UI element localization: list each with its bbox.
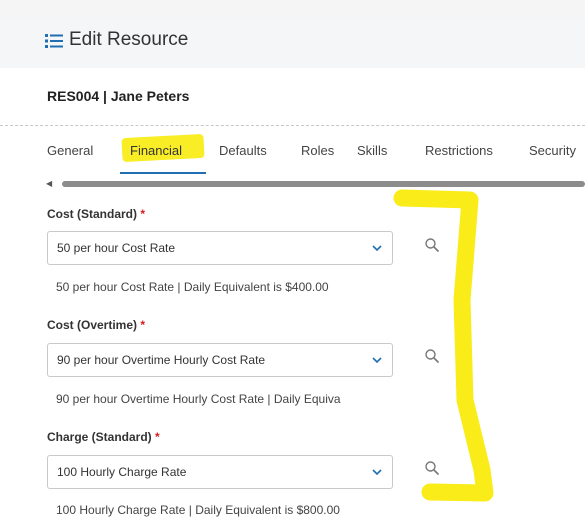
tab-security[interactable]: Security	[529, 143, 576, 158]
charge-standard-select[interactable]: 100 Hourly Charge Rate	[47, 455, 393, 489]
cost-overtime-value: 90 per hour Overtime Hourly Cost Rate	[57, 353, 266, 367]
page-header: Edit Resource	[0, 18, 585, 68]
cost-overtime-label: Cost (Overtime) *	[47, 318, 146, 332]
required-marker: *	[140, 318, 146, 332]
tab-general[interactable]: General	[47, 143, 93, 158]
horizontal-scrollbar[interactable]: ◀	[46, 180, 585, 188]
chevron-down-icon	[372, 245, 382, 252]
required-marker: *	[155, 430, 160, 444]
tab-restrictions[interactable]: Restrictions	[425, 143, 493, 158]
charge-standard-value: 100 Hourly Charge Rate	[57, 465, 187, 479]
cost-standard-value: 50 per hour Cost Rate	[57, 241, 176, 255]
tab-financial[interactable]: Financial	[130, 143, 182, 158]
tab-roles[interactable]: Roles	[301, 143, 334, 158]
search-icon[interactable]	[424, 237, 440, 253]
charge-standard-label: Charge (Standard) *	[47, 430, 160, 444]
required-marker: *	[140, 207, 146, 221]
charge-standard-helper: 100 Hourly Charge Rate | Daily Equivalen…	[56, 503, 340, 517]
search-icon[interactable]	[424, 460, 440, 476]
cost-standard-select[interactable]: 50 per hour Cost Rate	[47, 231, 393, 265]
scroll-left-icon[interactable]: ◀	[46, 180, 56, 188]
cost-overtime-helper: 90 per hour Overtime Hourly Cost Rate | …	[56, 392, 341, 406]
cost-standard-helper: 50 per hour Cost Rate | Daily Equivalent…	[56, 280, 329, 294]
search-icon[interactable]	[424, 348, 440, 364]
tab-bar: General Financial Defaults Roles Skills …	[0, 130, 585, 174]
cost-overtime-select[interactable]: 90 per hour Overtime Hourly Cost Rate	[47, 343, 393, 377]
scroll-thumb[interactable]	[62, 181, 585, 187]
top-strip	[0, 0, 585, 20]
cost-standard-label: Cost (Standard) *	[47, 207, 146, 221]
active-tab-indicator	[120, 172, 206, 174]
chevron-down-icon	[372, 469, 382, 476]
tab-defaults[interactable]: Defaults	[219, 143, 267, 158]
tab-skills[interactable]: Skills	[357, 143, 387, 158]
page-title: Edit Resource	[69, 29, 189, 50]
divider	[0, 125, 585, 126]
record-title: RES004 | Jane Peters	[47, 88, 190, 104]
chevron-down-icon	[372, 357, 382, 364]
list-icon	[45, 34, 63, 48]
